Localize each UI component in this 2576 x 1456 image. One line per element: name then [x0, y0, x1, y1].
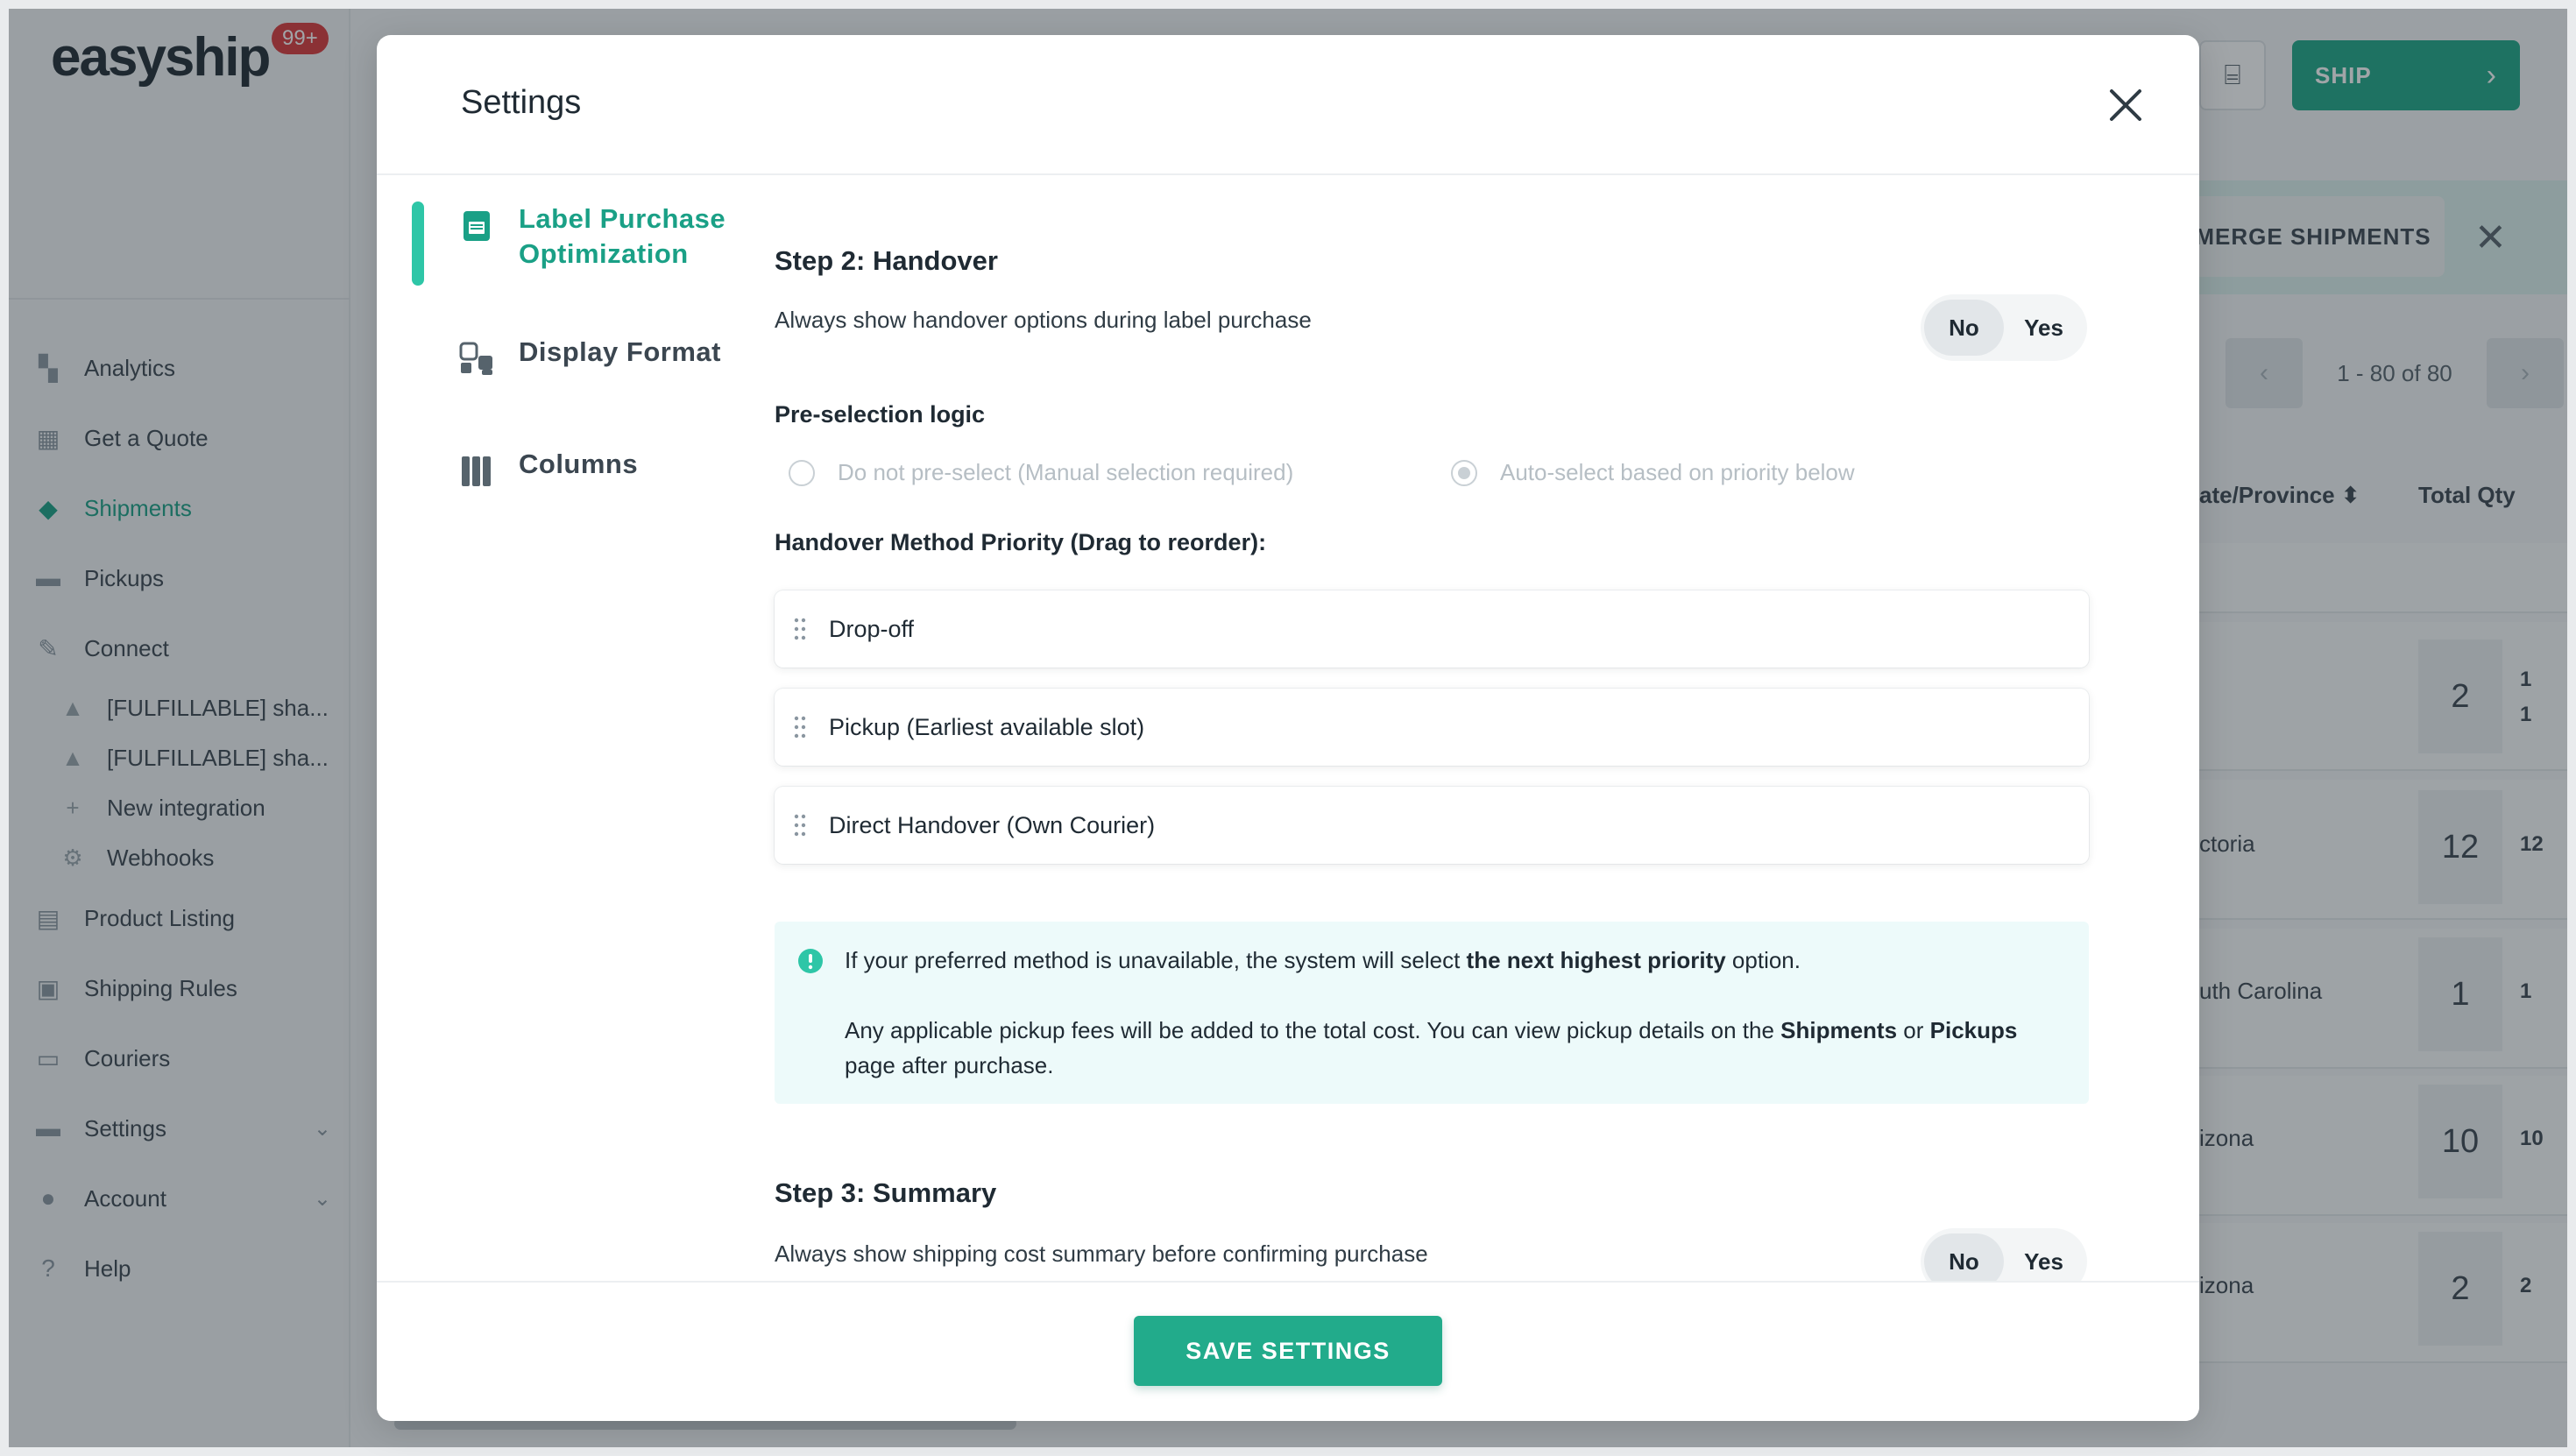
- close-icon: [2110, 89, 2141, 121]
- radio-manual-selection[interactable]: Do not pre-select (Manual selection requ…: [789, 459, 1293, 486]
- priority-item-direct-handover[interactable]: Direct Handover (Own Courier): [775, 787, 2089, 864]
- settings-tab-display-format[interactable]: Display Format: [412, 335, 762, 387]
- toggle-yes-option[interactable]: Yes: [2004, 300, 2084, 356]
- modal-header: Settings: [377, 35, 2199, 175]
- document-icon: [459, 209, 494, 244]
- priority-item-pickup[interactable]: Pickup (Earliest available slot): [775, 689, 2089, 766]
- toggle-no-option[interactable]: No: [1924, 300, 2004, 356]
- radio-button: [1451, 459, 1477, 486]
- drag-handle-icon[interactable]: [790, 618, 810, 640]
- radio-auto-select[interactable]: Auto-select based on priority below: [1451, 459, 1855, 486]
- drag-handle-icon[interactable]: [790, 716, 810, 739]
- close-button[interactable]: [2101, 81, 2150, 130]
- settings-tab-label: Display Format: [519, 336, 721, 367]
- settings-nav: Label Purchase Optimization Display Form…: [412, 201, 762, 499]
- settings-tab-label-purchase-optimization[interactable]: Label Purchase Optimization: [412, 201, 762, 286]
- step2-title: Step 2: Handover: [775, 245, 998, 276]
- save-settings-button[interactable]: SAVE SETTINGS: [1134, 1316, 1442, 1386]
- step2-handover-toggle: No Yes: [1921, 294, 2087, 361]
- info-line-2: Any applicable pickup fees will be added…: [845, 1017, 2018, 1078]
- settings-tab-label: Optimization: [519, 238, 689, 269]
- settings-content: Step 2: Handover Always show handover op…: [775, 210, 2089, 1314]
- priority-item-label: Drop-off: [829, 615, 915, 642]
- settings-tab-label: Label Purchase: [519, 203, 726, 234]
- drag-handle-icon[interactable]: [790, 814, 810, 837]
- settings-modal: Settings Label Purchase Optimization Dis…: [377, 35, 2199, 1421]
- columns-icon: [459, 454, 494, 489]
- modal-footer: SAVE SETTINGS: [377, 1281, 2199, 1421]
- modal-title: Settings: [461, 84, 582, 121]
- info-line-1: If your preferred method is unavailable,…: [845, 947, 1801, 973]
- display-format-icon: [459, 342, 494, 377]
- radio-button: [789, 459, 815, 486]
- step3-description: Always show shipping cost summary before…: [775, 1240, 1428, 1267]
- radio-label: Do not pre-select (Manual selection requ…: [838, 459, 1294, 485]
- step3-title: Step 3: Summary: [775, 1177, 997, 1208]
- step2-description: Always show handover options during labe…: [775, 307, 1312, 333]
- radio-label: Auto-select based on priority below: [1500, 459, 1855, 485]
- info-icon: [797, 948, 824, 984]
- settings-tab-label: Columns: [519, 449, 639, 479]
- priority-item-label: Pickup (Earliest available slot): [829, 713, 1145, 740]
- priority-item-drop-off[interactable]: Drop-off: [775, 590, 2089, 668]
- active-tab-indicator: [412, 201, 424, 286]
- priority-title: Handover Method Priority (Drag to reorde…: [775, 529, 1267, 555]
- preselection-title: Pre-selection logic: [775, 401, 986, 428]
- settings-tab-columns[interactable]: Columns: [412, 447, 762, 499]
- priority-item-label: Direct Handover (Own Courier): [829, 811, 1156, 838]
- info-callout: If your preferred method is unavailable,…: [775, 922, 2089, 1104]
